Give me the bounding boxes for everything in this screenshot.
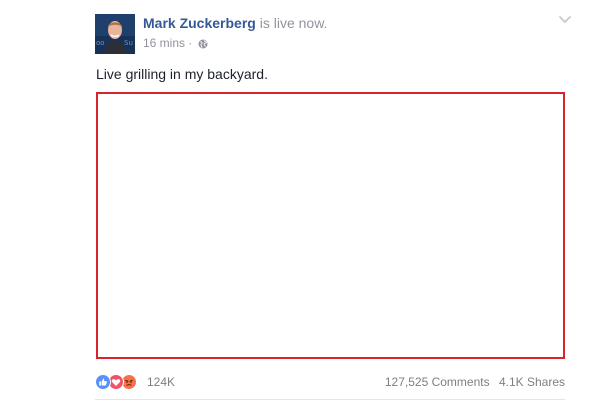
actions-divider [95,399,565,400]
profile-photo-icon: oo Su [95,14,135,54]
reaction-count[interactable]: 124K [147,374,175,390]
author-name-link[interactable]: Mark Zuckerberg [143,15,256,31]
svg-text:Su: Su [124,39,133,47]
social-counts: 127,525 Comments 4.1K Shares [385,374,565,390]
globe-icon[interactable] [198,37,208,53]
post-message: Live grilling in my backyard. [96,66,268,82]
svg-text:oo: oo [96,39,105,47]
author-avatar[interactable]: oo Su [95,14,135,54]
post-options-chevron-icon[interactable] [558,12,572,26]
comments-count-link[interactable]: 127,525 Comments [385,375,490,389]
live-status-text: is live now. [259,15,328,31]
post-meta: 16 mins · [143,35,556,53]
reactions-bar: 124K 127,525 Comments 4.1K Shares [95,374,565,390]
header-title-line: Mark Zuckerberg is live now. [143,14,556,32]
live-video-player[interactable] [96,92,565,359]
like-icon [95,374,111,390]
post-header: Mark Zuckerberg is live now. 16 mins · [143,14,556,53]
meta-separator: · [188,36,193,50]
post-timestamp[interactable]: 16 mins [143,36,185,50]
live-post-card: oo Su Mark Zuckerberg is live now. 16 mi… [0,0,596,403]
shares-count-link[interactable]: 4.1K Shares [499,375,565,389]
